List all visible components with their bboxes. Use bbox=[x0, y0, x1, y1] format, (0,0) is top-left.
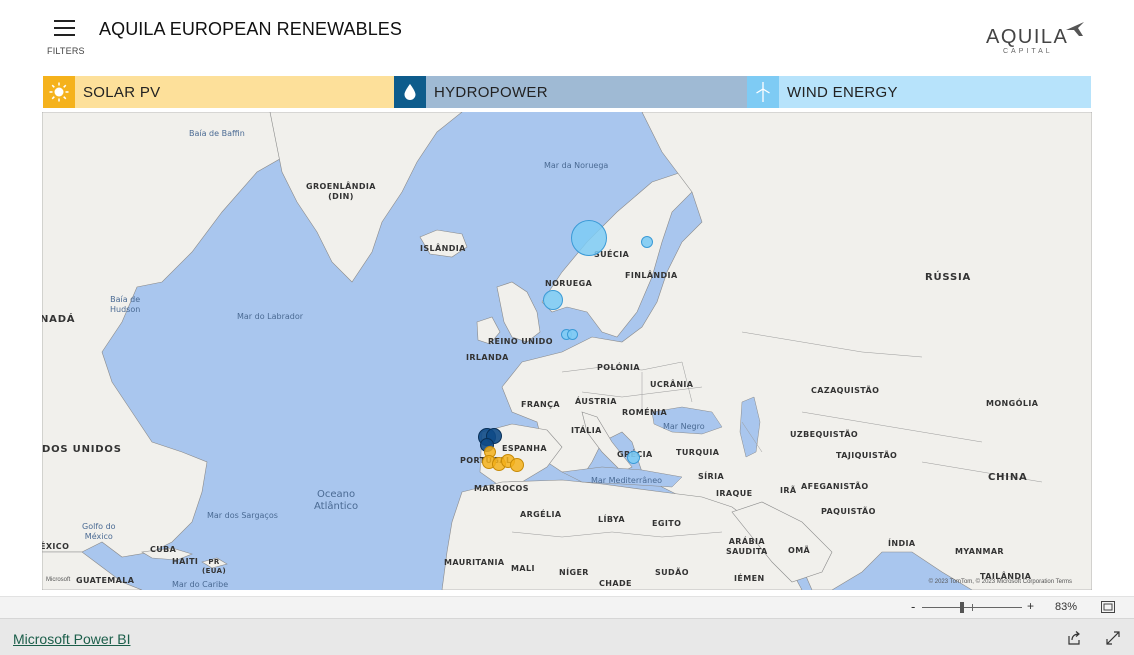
label-gulf-of-mexico: Golfo do México bbox=[82, 522, 116, 541]
map-basemap bbox=[42, 112, 1092, 590]
tab-hydro-label: HYDROPOWER bbox=[434, 83, 548, 101]
label-iraq: IRAQUE bbox=[716, 489, 753, 498]
label-saudi: ARÁBIA SAUDITA bbox=[726, 537, 768, 556]
share-icon[interactable] bbox=[1067, 631, 1081, 645]
wind-asset-bubble[interactable] bbox=[543, 290, 563, 310]
label-puerto-rico: PR (EUA) bbox=[202, 558, 227, 575]
label-china: CHINA bbox=[988, 472, 1028, 483]
label-baffin-bay: Baía de Baffin bbox=[189, 129, 245, 138]
wind-asset-bubble[interactable] bbox=[641, 236, 653, 248]
zoom-bar: - + 83% bbox=[0, 596, 1134, 618]
label-caribbean-sea: Mar do Caribe bbox=[172, 580, 229, 589]
label-russia: RÚSSIA bbox=[925, 272, 972, 283]
label-austria: ÁUSTRIA bbox=[575, 397, 617, 406]
fit-to-page-icon[interactable] bbox=[1101, 601, 1115, 613]
power-bi-link[interactable]: Microsoft Power BI bbox=[13, 631, 130, 647]
logo-name: AQUILA bbox=[986, 26, 1069, 48]
label-hudson-bay: Baía de Hudson bbox=[110, 295, 141, 314]
label-morocco: MARROCOS bbox=[474, 484, 529, 493]
label-iran: IRÃ bbox=[780, 486, 797, 495]
label-pakistan: PAQUISTÃO bbox=[821, 507, 876, 516]
label-poland: POLÓNIA bbox=[597, 363, 640, 372]
map-attribution[interactable]: © 2023 TomTom, © 2023 Microsoft Corporat… bbox=[929, 579, 1072, 585]
wind-asset-bubble[interactable] bbox=[627, 451, 640, 464]
label-greenland: GROENLÂNDIA (DIN) bbox=[306, 182, 376, 201]
sun-icon bbox=[43, 76, 75, 108]
label-syria: SÍRIA bbox=[698, 472, 725, 481]
report-canvas: FILTERS AQUILA EUROPEAN RENEWABLES AQUIL… bbox=[0, 0, 1134, 596]
hamburger-icon bbox=[54, 20, 75, 36]
logo-subtitle: CAPITAL bbox=[1003, 48, 1053, 55]
filters-label: FILTERS bbox=[47, 46, 85, 56]
label-romania: ROMÉNIA bbox=[622, 408, 668, 417]
label-chad: CHADE bbox=[599, 579, 632, 588]
label-france: FRANÇA bbox=[521, 400, 560, 409]
zoom-out-button[interactable]: - bbox=[911, 599, 915, 614]
label-cuba: CUBA bbox=[150, 545, 177, 554]
label-algeria: ARGÉLIA bbox=[520, 510, 562, 519]
label-norway: NORUEGA bbox=[545, 279, 593, 288]
wind-turbine-icon bbox=[747, 76, 779, 108]
label-egypt: EGITO bbox=[652, 519, 682, 528]
label-mongolia: MONGÓLIA bbox=[986, 399, 1039, 408]
label-turkey: TURQUIA bbox=[676, 448, 720, 457]
footer-bar: Microsoft Power BI bbox=[0, 618, 1134, 655]
tab-solar-label: SOLAR PV bbox=[83, 83, 161, 101]
label-mediterranean: Mar Mediterrâneo bbox=[591, 476, 663, 485]
label-uzbekistan: UZBEQUISTÃO bbox=[790, 430, 859, 439]
filters-menu-button[interactable]: FILTERS bbox=[47, 18, 85, 58]
label-usa: DOS UNIDOS bbox=[42, 444, 122, 455]
tab-solar-pv[interactable]: SOLAR PV bbox=[43, 76, 394, 108]
label-ireland: IRLANDA bbox=[466, 353, 509, 362]
label-kazakhstan: CAZAQUISTÃO bbox=[811, 386, 880, 395]
label-ukraine: UCRÂNIA bbox=[650, 380, 694, 389]
label-sargasso-sea: Mar dos Sargaços bbox=[207, 511, 278, 520]
solar-asset-bubble[interactable] bbox=[510, 458, 524, 472]
technology-tabs: SOLAR PV HYDROPOWER WIND ENERGY bbox=[43, 76, 1091, 108]
label-india: ÍNDIA bbox=[888, 539, 916, 548]
label-mauritania: MAURITANIA bbox=[444, 558, 505, 567]
tab-wind-energy[interactable]: WIND ENERGY bbox=[747, 76, 1091, 108]
zoom-in-button[interactable]: + bbox=[1027, 599, 1034, 613]
wind-asset-bubble[interactable] bbox=[571, 220, 607, 256]
label-labrador-sea: Mar do Labrador bbox=[237, 312, 304, 321]
zoom-level: 83% bbox=[1055, 601, 1078, 613]
label-afghanistan: AFEGANISTÃO bbox=[801, 482, 869, 491]
plane-icon bbox=[1066, 22, 1084, 36]
label-spain: ESPANHA bbox=[502, 444, 547, 453]
label-libya: LÍBYA bbox=[598, 515, 625, 524]
aquila-logo: AQUILA CAPITAL bbox=[984, 20, 1088, 60]
water-drop-icon bbox=[394, 76, 426, 108]
label-uk: REINO UNIDO bbox=[488, 337, 553, 346]
label-niger: NÍGER bbox=[559, 568, 589, 577]
label-tajikistan: TAJIQUISTÃO bbox=[836, 451, 898, 460]
label-italy: ITÁLIA bbox=[571, 426, 602, 435]
label-finland: FINLÂNDIA bbox=[625, 271, 678, 280]
label-haiti: HAITI bbox=[172, 557, 199, 566]
label-iceland: ISLÂNDIA bbox=[420, 244, 466, 253]
zoom-slider-tick bbox=[972, 604, 973, 611]
label-myanmar: MYANMAR bbox=[955, 547, 1004, 556]
asset-map[interactable]: GROENLÂNDIA (DIN) ISLÂNDIA NORUEGA SUÉCI… bbox=[42, 112, 1092, 590]
microsoft-map-logo: Microsoft bbox=[46, 577, 71, 583]
label-atlantic-ocean: Oceano Atlântico bbox=[314, 489, 359, 512]
label-sudan: SUDÃO bbox=[655, 568, 689, 577]
label-guatemala: GUATEMALA bbox=[76, 576, 135, 585]
tab-hydropower[interactable]: HYDROPOWER bbox=[394, 76, 747, 108]
label-norwegian-sea: Mar da Noruega bbox=[544, 161, 609, 170]
label-mali: MALI bbox=[511, 564, 535, 573]
label-yemen: IÉMEN bbox=[734, 574, 765, 583]
label-canada: NADÁ bbox=[42, 314, 76, 325]
label-oman: OMÃ bbox=[788, 546, 811, 555]
report-title: AQUILA EUROPEAN RENEWABLES bbox=[99, 19, 403, 39]
tab-wind-label: WIND ENERGY bbox=[787, 83, 898, 101]
fullscreen-icon[interactable] bbox=[1106, 631, 1120, 645]
label-black-sea: Mar Negro bbox=[663, 422, 705, 431]
label-mexico: ÉXICO bbox=[42, 542, 70, 551]
wind-asset-bubble[interactable] bbox=[567, 329, 578, 340]
zoom-slider-thumb[interactable] bbox=[960, 602, 964, 613]
